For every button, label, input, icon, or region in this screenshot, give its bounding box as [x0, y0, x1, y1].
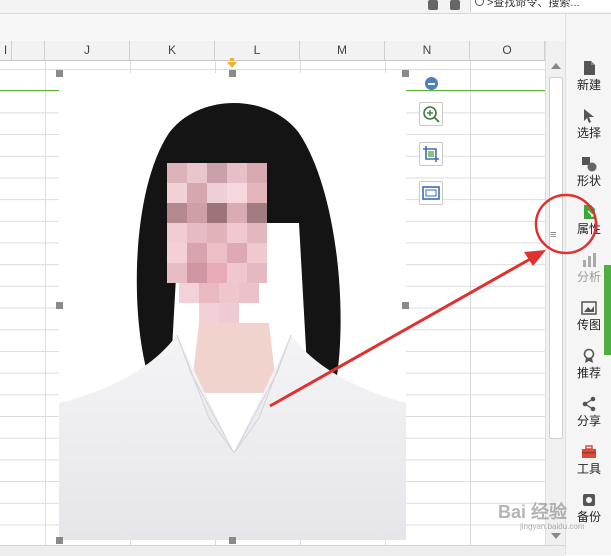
column-header-k[interactable]: K: [130, 41, 215, 60]
resize-handle-top-right[interactable]: [402, 70, 409, 77]
sidebar-item-shape[interactable]: 形状: [566, 150, 611, 198]
ribbon-gap: [0, 14, 565, 41]
column-header: I J K L M N O: [0, 41, 545, 61]
sidebar-item-select[interactable]: 选择: [566, 102, 611, 150]
column-header-i[interactable]: I: [0, 41, 12, 60]
crop-icon: [423, 146, 439, 162]
backup-icon: [583, 494, 595, 506]
scrollbar-grip-icon: ≡: [550, 229, 557, 241]
horizontal-scrollbar[interactable]: [0, 545, 565, 556]
crop-picture-button[interactable]: [419, 142, 443, 166]
resize-handle-bottom[interactable]: [229, 537, 236, 544]
resize-handle-top[interactable]: [229, 70, 236, 77]
picture-frame-button[interactable]: [419, 181, 443, 205]
sidebar-item-label: 分享: [576, 414, 601, 428]
toolbar-icon-a[interactable]: [428, 0, 438, 10]
zoom-picture-button[interactable]: [419, 102, 443, 126]
toolbar-icon-b[interactable]: [450, 0, 460, 10]
sidebar-item-label: 属性: [576, 222, 601, 236]
share-icon: [582, 396, 596, 412]
sidebar-item-toolbox[interactable]: 工具: [566, 438, 611, 486]
collapse-toolbar-icon[interactable]: [425, 77, 438, 90]
sidebar-item-label: 新建: [576, 78, 601, 92]
shape-icon: [582, 157, 597, 172]
sidebar-item-label: 选择: [576, 126, 601, 140]
upload-image-icon: [581, 301, 597, 315]
sidebar-item-new[interactable]: 新建: [566, 54, 611, 102]
command-search-box[interactable]: >查找命令、搜索...: [470, 0, 611, 12]
zoom-in-icon: [423, 106, 440, 123]
select-cursor-icon: [584, 109, 594, 123]
selected-picture[interactable]: [56, 70, 409, 544]
scrollbar-thumb[interactable]: [549, 77, 563, 439]
sidebar-item-label: 形状: [576, 174, 601, 188]
resize-handle-left[interactable]: [56, 302, 63, 309]
watermark-url: jingyan.baidu.com: [520, 522, 585, 531]
column-header-gap: [12, 41, 45, 60]
resize-handle-top-left[interactable]: [56, 70, 63, 77]
rotate-handle-icon[interactable]: [226, 58, 238, 70]
scroll-down-icon[interactable]: [551, 533, 561, 539]
sidebar-item-label: 推荐: [576, 366, 601, 380]
watermark: Bai 经验: [498, 502, 568, 522]
scroll-up-icon[interactable]: [551, 63, 561, 69]
top-toolbar: >查找命令、搜索...: [0, 0, 611, 14]
recommend-icon: [583, 348, 595, 363]
sidebar-item-property[interactable]: 属性: [566, 198, 611, 246]
resize-handle-bottom-left[interactable]: [56, 537, 63, 544]
property-icon: [584, 205, 595, 219]
column-header-j[interactable]: J: [45, 41, 130, 60]
resize-handle-right[interactable]: [402, 302, 409, 309]
search-icon: [475, 0, 484, 6]
column-header-m[interactable]: M: [300, 41, 385, 60]
command-search-text: >查找命令、搜索...: [487, 0, 580, 9]
toolbox-icon: [582, 445, 596, 458]
sidebar-item-share[interactable]: 分享: [566, 390, 611, 438]
portrait-photo: [59, 73, 406, 540]
sidebar-item-label: 工具: [576, 462, 601, 476]
sidebar-collapse-tab[interactable]: [604, 265, 611, 355]
vertical-scrollbar[interactable]: ≡: [545, 41, 566, 545]
analysis-icon: [583, 253, 596, 267]
frame-icon: [422, 186, 440, 200]
column-header-n[interactable]: N: [385, 41, 470, 60]
column-header-o[interactable]: O: [470, 41, 545, 60]
new-file-icon: [584, 61, 595, 75]
